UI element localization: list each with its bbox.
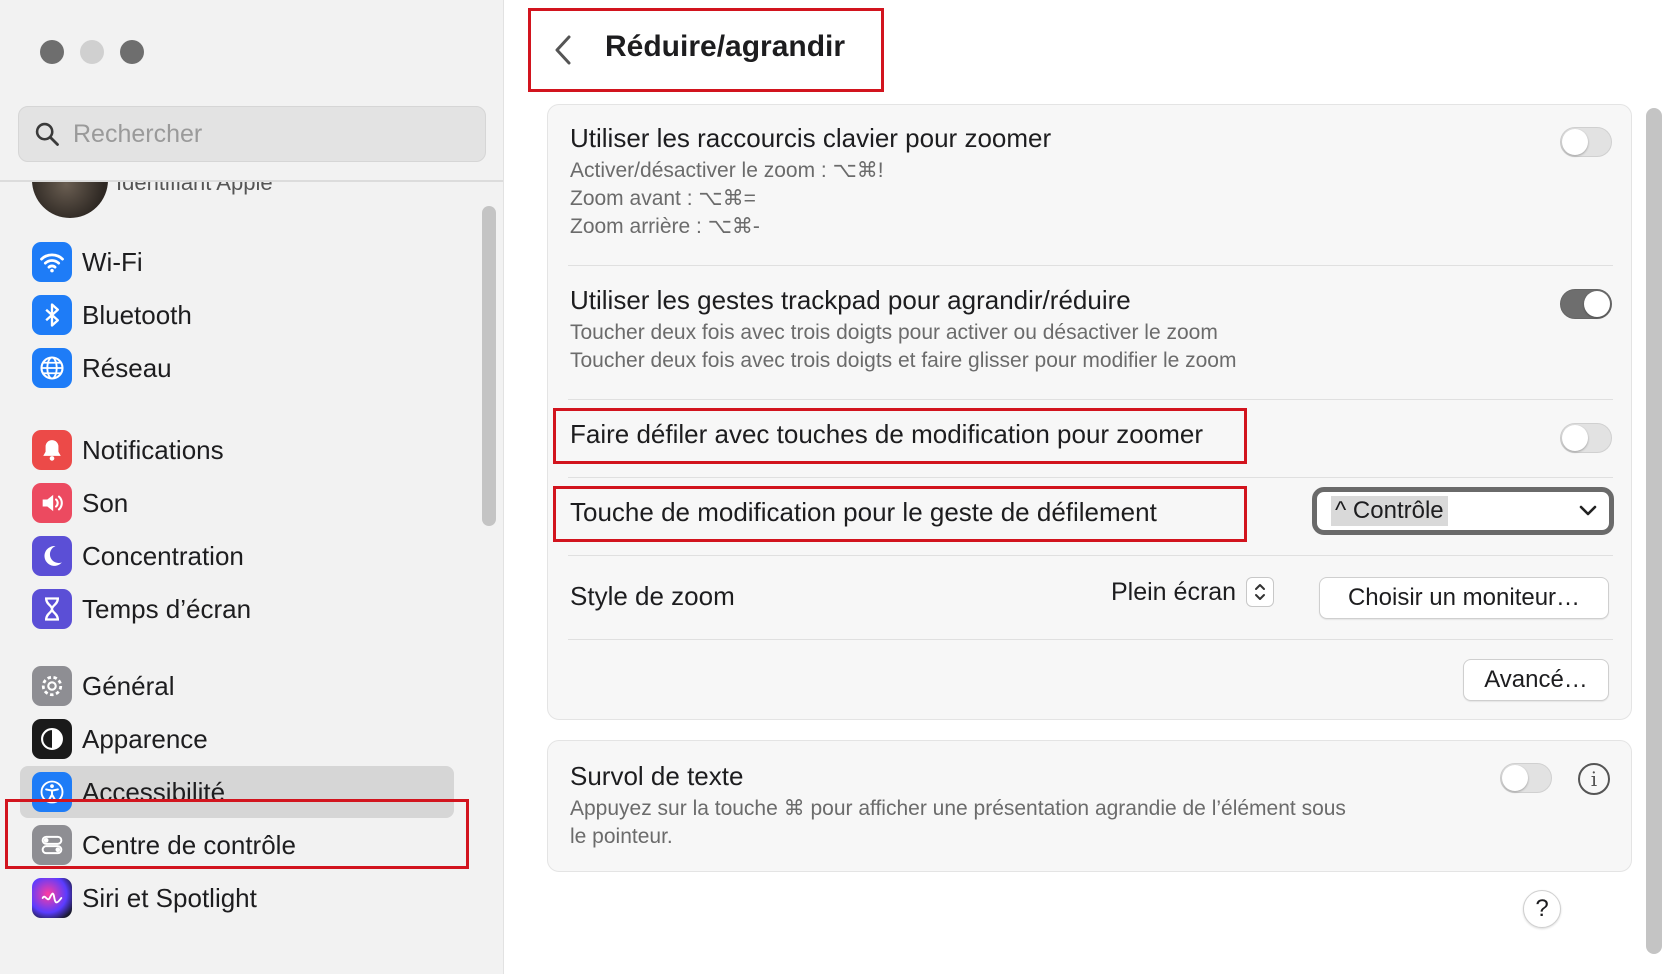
main-pane: Réduire/agrandir Utiliser les raccourcis… — [505, 0, 1670, 974]
trackpad-gestures-title: Utiliser les gestes trackpad pour agrand… — [570, 285, 1131, 315]
trackpad-gestures-toggle[interactable] — [1560, 289, 1612, 319]
help-button[interactable]: ? — [1523, 890, 1561, 928]
zoom-settings-card: Utiliser les raccourcis clavier pour zoo… — [547, 104, 1632, 720]
sidebar-item-focus[interactable]: Concentration — [20, 530, 454, 582]
appearance-icon — [32, 719, 72, 759]
chevron-down-icon — [1573, 496, 1603, 526]
sidebar-item-siri[interactable]: Siri et Spotlight — [20, 872, 454, 924]
sidebar-item-notifications[interactable]: Notifications — [20, 424, 454, 476]
siri-icon — [32, 878, 72, 918]
sidebar-item-label: Temps d’écran — [82, 593, 252, 624]
sidebar-item-label: Apparence — [82, 723, 208, 754]
close-window-button[interactable] — [40, 40, 64, 64]
account-label: Identifiant Apple — [116, 182, 273, 195]
shortcut-line: Zoom arrière : ⌥⌘- — [570, 215, 760, 238]
sidebar-item-label: Concentration — [82, 540, 244, 571]
search-input[interactable] — [73, 119, 473, 149]
divider — [568, 265, 1613, 266]
apple-id-account[interactable] — [32, 182, 108, 218]
shortcut-line: Activer/désactiver le zoom : ⌥⌘! — [570, 159, 884, 182]
control-center-icon — [32, 825, 72, 865]
moon-icon — [32, 536, 72, 576]
divider — [568, 555, 1613, 556]
advanced-button[interactable]: Avancé… — [1463, 659, 1609, 701]
avatar — [32, 182, 108, 218]
hover-text-description: Appuyez sur la touche ⌘ pour afficher un… — [570, 797, 1346, 820]
hover-text-card: Survol de texte Appuyez sur la touche ⌘ … — [547, 740, 1632, 872]
scroll-modifier-title: Faire défiler avec touches de modificati… — [570, 419, 1203, 449]
gesture-line: Toucher deux fois avec trois doigts pour… — [570, 321, 1218, 344]
sidebar-item-label: Accessibilité — [82, 776, 226, 807]
gesture-line: Toucher deux fois avec trois doigts et f… — [570, 349, 1237, 372]
sidebar-scrollbar[interactable] — [482, 206, 496, 526]
hover-text-description: le pointeur. — [570, 825, 673, 848]
sidebar-item-label: Wi-Fi — [82, 246, 143, 277]
bluetooth-icon — [32, 295, 72, 335]
speaker-icon — [32, 483, 72, 523]
page-title: Réduire/agrandir — [605, 30, 846, 63]
sidebar-item-screen-time[interactable]: Temps d’écran — [20, 583, 454, 635]
zoom-style-select[interactable]: Plein écran — [1111, 577, 1275, 607]
scroll-modifier-toggle[interactable] — [1560, 423, 1612, 453]
sidebar-item-label: Son — [82, 487, 129, 518]
gear-icon — [32, 666, 72, 706]
zoom-window-button[interactable] — [120, 40, 144, 64]
accessibility-icon — [32, 772, 72, 812]
sidebar-item-network[interactable]: Réseau — [20, 342, 454, 394]
hourglass-icon — [32, 589, 72, 629]
hover-text-toggle[interactable] — [1500, 763, 1552, 793]
keyboard-shortcuts-title: Utiliser les raccourcis clavier pour zoo… — [570, 123, 1052, 153]
back-button[interactable] — [545, 30, 581, 70]
sidebar-item-label: Siri et Spotlight — [82, 882, 257, 913]
bell-icon — [32, 430, 72, 470]
search-icon — [35, 122, 59, 146]
sidebar-item-label: Général — [82, 670, 175, 701]
window-controls — [40, 40, 144, 64]
up-down-chevron-icon — [1246, 577, 1275, 607]
keyboard-shortcuts-toggle[interactable] — [1560, 127, 1612, 157]
sidebar-item-control-center[interactable]: Centre de contrôle — [20, 819, 454, 871]
search-field[interactable] — [18, 106, 486, 162]
chevron-left-icon — [555, 35, 571, 65]
zoom-style-value: Plein écran — [1111, 577, 1237, 606]
sidebar-item-label: Centre de contrôle — [82, 829, 296, 860]
sidebar-item-accessibility[interactable]: Accessibilité — [20, 766, 454, 818]
sidebar-item-wifi[interactable]: Wi-Fi — [20, 236, 454, 288]
globe-icon — [32, 348, 72, 388]
divider — [568, 639, 1613, 640]
sidebar-list: Identifiant Apple Wi-Fi Bluetooth Réseau — [0, 182, 503, 974]
sidebar-item-bluetooth[interactable]: Bluetooth — [20, 289, 454, 341]
sidebar-item-sound[interactable]: Son — [20, 477, 454, 529]
hover-text-title: Survol de texte — [570, 761, 744, 791]
divider — [568, 477, 1613, 478]
zoom-style-title: Style de zoom — [570, 581, 735, 611]
sidebar-item-label: Bluetooth — [82, 299, 192, 330]
sidebar-item-appearance[interactable]: Apparence — [20, 713, 454, 765]
divider — [568, 399, 1613, 400]
sidebar-item-general[interactable]: Général — [20, 660, 454, 712]
minimize-window-button[interactable] — [80, 40, 104, 64]
modifier-key-value: ^ Contrôle — [1331, 496, 1448, 526]
info-icon[interactable]: i — [1578, 763, 1610, 795]
sidebar-item-label: Réseau — [82, 352, 172, 383]
modifier-key-title: Touche de modification pour le geste de … — [570, 497, 1157, 527]
main-scrollbar[interactable] — [1646, 108, 1662, 954]
shortcut-line: Zoom avant : ⌥⌘= — [570, 187, 756, 210]
sidebar-item-label: Notifications — [82, 434, 224, 465]
modifier-key-select[interactable]: ^ Contrôle — [1312, 487, 1614, 535]
sidebar: Identifiant Apple Wi-Fi Bluetooth Réseau — [0, 0, 504, 974]
choose-display-button[interactable]: Choisir un moniteur… — [1319, 577, 1609, 619]
wifi-icon — [32, 242, 72, 282]
